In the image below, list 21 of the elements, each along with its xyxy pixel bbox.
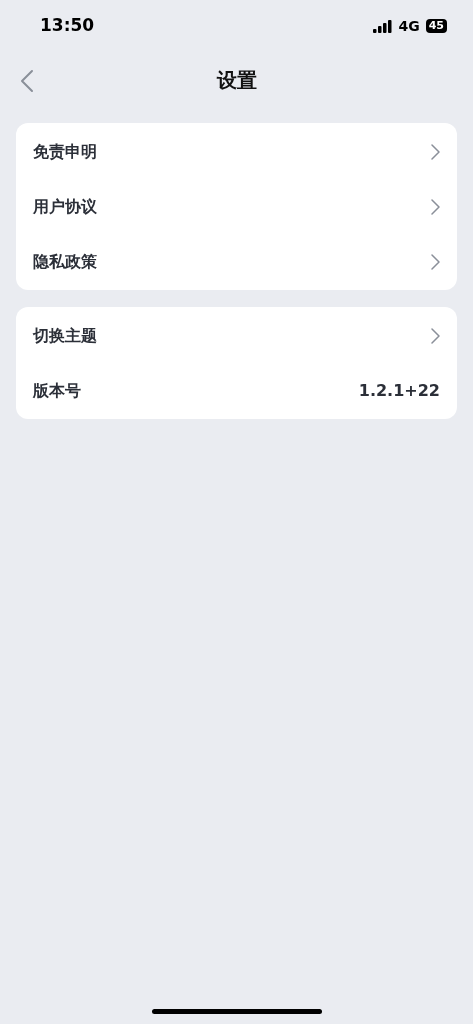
battery-indicator: 45 — [425, 19, 447, 33]
settings-row[interactable]: 免责申明 — [33, 124, 440, 179]
settings-row[interactable]: 版本号 1.2.1+22 — [33, 363, 440, 418]
page-title: 设置 — [216, 67, 257, 94]
row-label: 隐私政策 — [33, 250, 97, 273]
chevron-right-icon — [431, 198, 440, 215]
network-type: 4G — [398, 16, 420, 36]
chevron-right-icon — [431, 253, 440, 270]
settings-row[interactable]: 用户协议 — [33, 179, 440, 234]
row-label: 免责申明 — [33, 140, 97, 163]
row-label: 用户协议 — [33, 195, 97, 218]
row-label: 切换主题 — [33, 324, 97, 347]
row-label: 版本号 — [33, 379, 81, 402]
signal-icon — [373, 19, 393, 33]
settings-row[interactable]: 切换主题 — [33, 308, 440, 363]
version-value: 1.2.1+22 — [358, 379, 440, 402]
chevron-right-icon — [431, 143, 440, 160]
chevron-right-icon — [431, 327, 440, 344]
status-time: 13:50 — [40, 14, 95, 38]
settings-row[interactable]: 隐私政策 — [33, 234, 440, 289]
back-icon[interactable] — [20, 69, 34, 93]
